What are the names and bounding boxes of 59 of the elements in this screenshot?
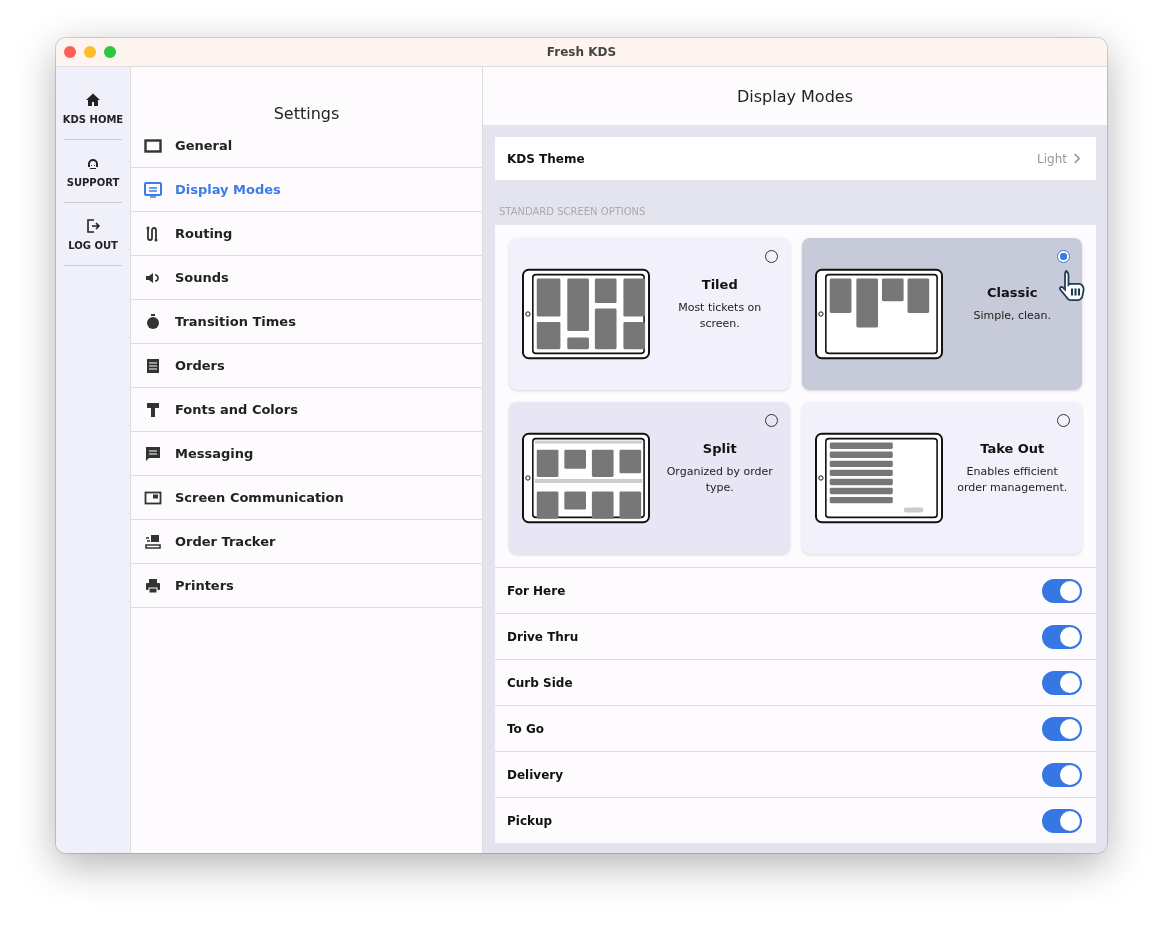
order-type-label: For Here xyxy=(507,583,567,598)
toggle-switch[interactable] xyxy=(1042,670,1082,695)
settings-menu-item[interactable]: Messaging xyxy=(131,432,482,476)
toggle-switch[interactable] xyxy=(1042,578,1082,603)
settings-menu-item[interactable]: Fonts and Colors xyxy=(131,388,482,432)
mode-description: Simple, clean. xyxy=(973,307,1052,324)
chevron-right-icon xyxy=(1073,153,1080,164)
menu-item-icon xyxy=(144,532,162,551)
menu-item-icon xyxy=(144,444,162,463)
settings-menu-item[interactable]: Transition Times xyxy=(131,300,482,344)
mode-description: Enables efficient order management. xyxy=(956,463,1069,496)
pointer-hand-icon xyxy=(1058,268,1086,302)
menu-item-icon xyxy=(144,356,162,375)
settings-menu-item[interactable]: Screen Communication xyxy=(131,476,482,520)
mode-title: Tiled xyxy=(701,276,738,292)
mode-description: Organized by order type. xyxy=(665,463,774,496)
logout-icon xyxy=(85,217,101,234)
settings-menu-item[interactable]: Order Tracker xyxy=(131,520,482,564)
theme-setting-row[interactable]: KDS Theme Light xyxy=(495,137,1096,180)
mode-description: Most tickets on screen. xyxy=(677,299,763,332)
radio-button[interactable] xyxy=(1057,250,1070,263)
mode-title: Split xyxy=(702,440,737,456)
display-mode-card[interactable]: Split Organized by order type. xyxy=(509,402,790,554)
display-mode-card[interactable]: Take Out Enables efficient order management. xyxy=(801,402,1082,554)
settings-menu-item[interactable]: Routing xyxy=(131,212,482,256)
theme-label: KDS Theme xyxy=(507,151,586,166)
menu-item-icon xyxy=(144,576,162,595)
order-type-label: Curb Side xyxy=(507,675,574,690)
order-type-label: Drive Thru xyxy=(507,629,580,644)
rail-button[interactable]: SUPPORT xyxy=(64,140,122,203)
detail-title: Display Modes xyxy=(483,67,1107,125)
toggle-switch[interactable] xyxy=(1042,762,1082,787)
toggle-switch[interactable] xyxy=(1042,716,1082,741)
display-mode-card[interactable]: Classic Simple, clean. xyxy=(801,238,1082,390)
settings-menu-item[interactable]: Display Modes xyxy=(131,168,482,212)
mode-title: Take Out xyxy=(980,440,1045,456)
settings-menu-item[interactable]: General xyxy=(131,124,482,168)
section-label: STANDARD SCREEN OPTIONS xyxy=(498,205,647,219)
settings-menu-item[interactable]: Printers xyxy=(131,564,482,608)
menu-item-icon xyxy=(144,136,162,155)
order-type-label: Pickup xyxy=(507,813,554,828)
display-mode-card[interactable]: Tiled Most tickets on screen. xyxy=(509,238,790,390)
rail-button[interactable]: KDS HOME xyxy=(64,77,122,140)
mode-title: Classic xyxy=(987,284,1038,300)
order-type-label: Delivery xyxy=(507,767,565,782)
rail-button[interactable]: LOG OUT xyxy=(64,203,122,266)
close-window-button[interactable] xyxy=(64,46,76,58)
settings-title: Settings xyxy=(272,103,341,124)
menu-item-icon xyxy=(144,180,162,199)
settings-menu-item[interactable]: Orders xyxy=(131,344,482,388)
theme-value: Light xyxy=(1037,151,1067,166)
settings-menu-item[interactable]: Sounds xyxy=(131,256,482,300)
order-type-label: To Go xyxy=(507,721,546,736)
toggle-switch[interactable] xyxy=(1042,624,1082,649)
menu-item-icon xyxy=(144,312,162,331)
toggle-switch[interactable] xyxy=(1042,808,1082,833)
home-icon xyxy=(85,91,101,108)
window-title: Fresh KDS xyxy=(545,45,618,59)
menu-item-icon xyxy=(144,400,162,419)
